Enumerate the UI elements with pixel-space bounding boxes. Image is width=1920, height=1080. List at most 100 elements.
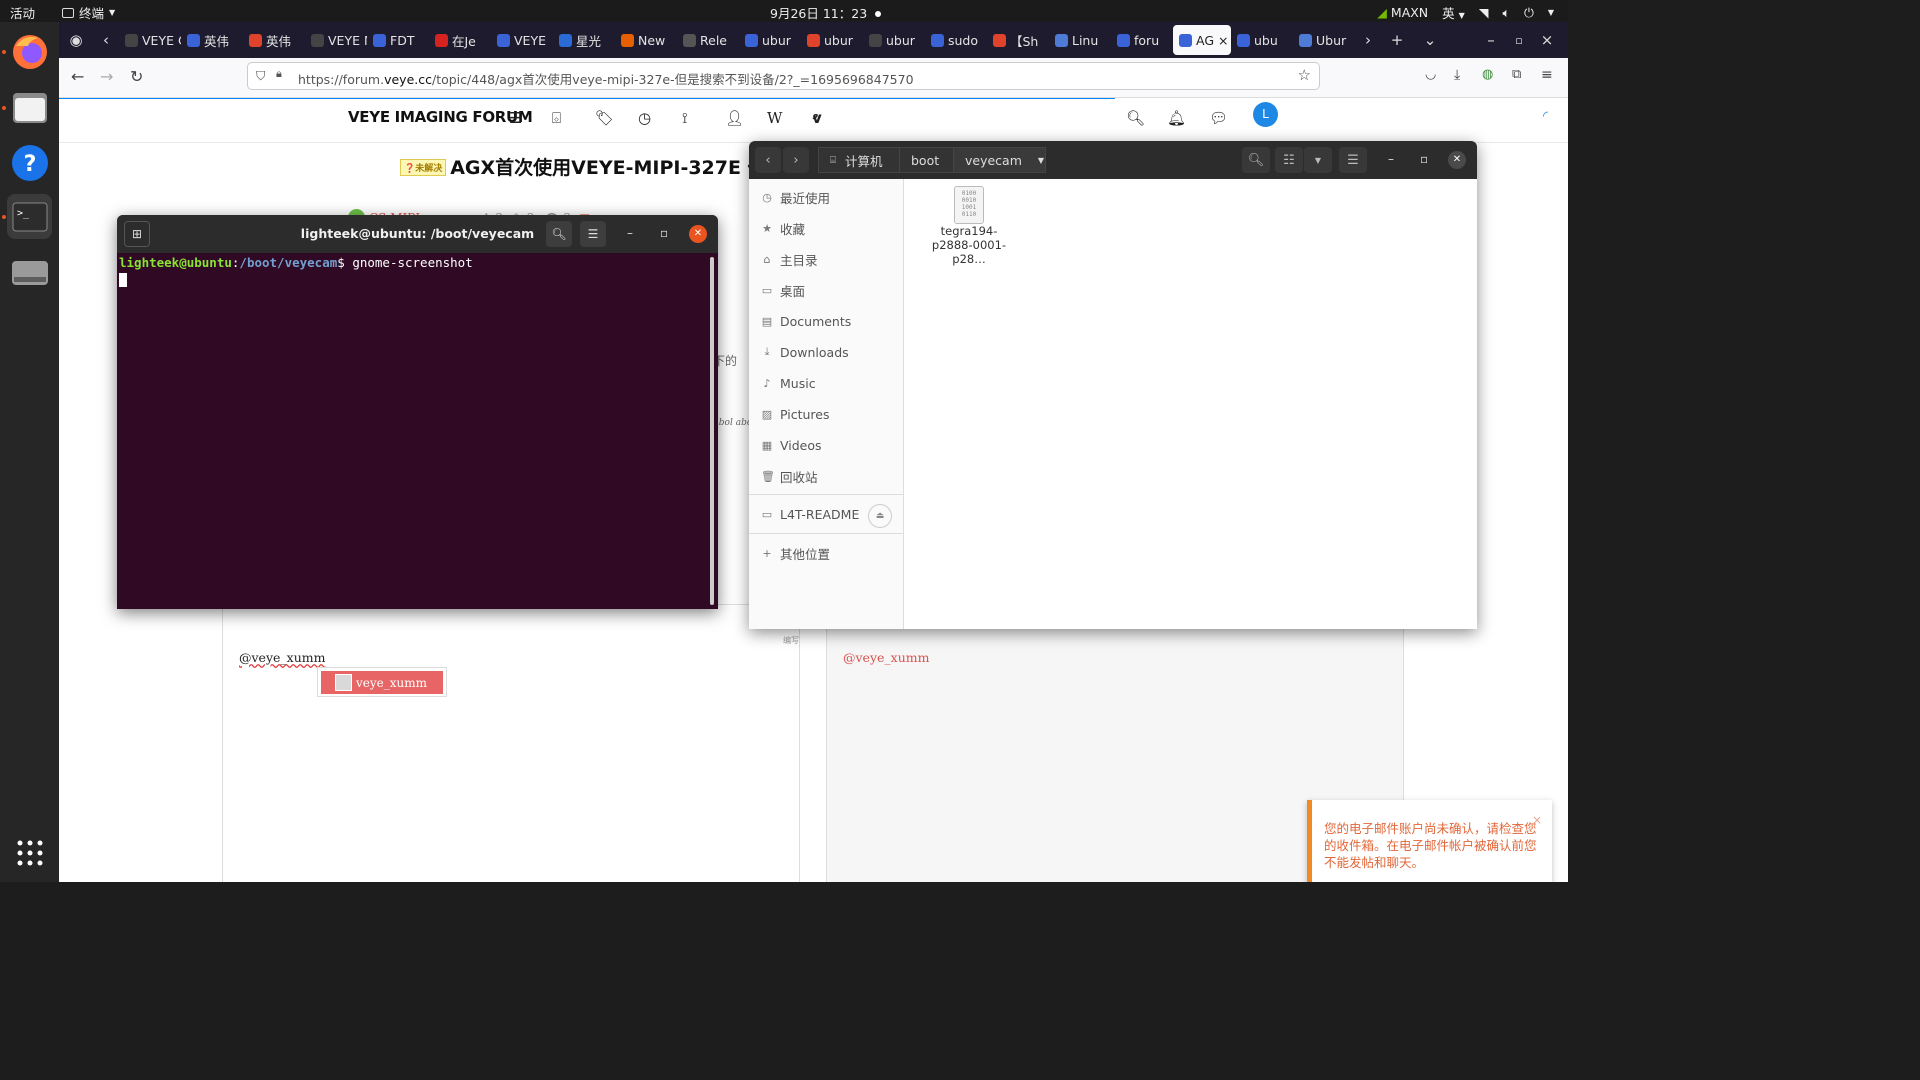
downloads-icon[interactable]: ⤓ [1454,67,1460,83]
sidebar-item-other-locations[interactable]: + 其他位置 [761,543,830,563]
wifi-icon[interactable]: ◥ [1479,5,1489,20]
sidebar-item-device[interactable]: ▭ L4T-README [761,504,860,524]
browser-tab[interactable]: ubur [801,25,863,55]
autocomplete-item[interactable]: veye_xumm [321,671,443,694]
browser-tab[interactable]: foru [1111,25,1173,55]
maximize-icon[interactable]: ▫ [660,226,668,240]
extension-icon[interactable]: ◍ [1482,67,1493,82]
chat-icon[interactable]: 💬︎ [1209,109,1228,127]
input-method[interactable]: 英 ▼ [1442,3,1465,22]
view-options-button[interactable]: ▼ [1304,147,1332,173]
power-icon[interactable]: ⏻ [1524,5,1534,21]
reply-editor[interactable]: 编写 @veye_xumm [222,604,800,882]
preview-mention[interactable]: @veye_xumm [843,650,929,665]
browser-tab[interactable]: FDT [367,25,429,55]
bookmark-star-icon[interactable]: ☆ [1298,66,1311,84]
forum-brand[interactable]: VEYE IMAGING FORUM [348,108,533,126]
browser-tab[interactable]: VEYE [491,25,553,55]
breadcrumb-veyecam[interactable]: veyecam ▼ [953,147,1046,173]
categories-icon[interactable]: ☰ [509,109,522,127]
eject-icon[interactable]: ⏏ [868,504,892,528]
pocket-icon[interactable]: ◡ [1425,67,1436,82]
tab-scroll-left-icon[interactable]: ‹ [93,31,119,49]
sidebar-item[interactable]: 🗑︎ 回收站 [761,466,818,486]
close-button[interactable]: ✕ [1448,151,1466,169]
browser-tab[interactable]: 【Sh [987,25,1049,55]
caret-down-icon[interactable]: ▼ [1548,8,1554,17]
browser-tab[interactable]: ubur [739,25,801,55]
search-button[interactable]: 🔍︎ [546,221,572,247]
users-icon[interactable]: 👤︎ [725,109,744,127]
browser-tab[interactable]: Ubur [1293,25,1355,55]
sidebar-item[interactable]: ♪ Music [761,373,815,393]
browser-tab[interactable]: VEYE M [305,25,367,55]
sidebar-item[interactable]: ◷ 最近使用 [761,187,830,207]
wiki-icon[interactable]: W [767,109,782,127]
firefox-view-icon[interactable]: ◉ [59,31,93,49]
browser-tab[interactable]: Rele [677,25,739,55]
search-icon[interactable]: 🔍︎ [1126,109,1145,127]
dock-terminal[interactable]: >_ [7,194,52,239]
browser-tab[interactable]: 英伟 [181,25,243,55]
search-button[interactable]: 🔍︎ [1242,147,1270,173]
browser-tab[interactable]: Linu [1049,25,1111,55]
files-titlebar[interactable]: ‹ › ⌸ 计算机 boot veyecam ▼ 🔍︎ ☷ ▼ ☰ – ▫ ✕ [749,141,1477,179]
breadcrumb-home[interactable]: ⌸ 计算机 [818,147,900,173]
forward-icon[interactable]: → [100,67,113,86]
tab-scroll-right-icon[interactable]: › [1355,31,1381,49]
forward-button[interactable]: › [783,147,809,173]
menu-button[interactable]: ☰ [1339,147,1367,173]
breadcrumb-boot[interactable]: boot [899,147,954,173]
file-name[interactable]: tegra194-p2888-0001-p28… [929,224,1009,266]
browser-tab[interactable]: 星光 [553,25,615,55]
minimize-icon[interactable]: – [1388,152,1394,166]
tags-icon[interactable]: 🏷︎ [595,109,614,127]
browser-tab[interactable]: sudo [925,25,987,55]
maximize-icon[interactable]: ▫ [1505,34,1533,47]
list-tabs-icon[interactable]: ⌄ [1413,31,1447,49]
dock-drive[interactable] [7,250,52,295]
notifications-bell-icon[interactable]: 🔔︎ [1167,109,1186,127]
back-icon[interactable]: ← [71,67,84,86]
popular-fire-icon[interactable]: ⟟ [682,109,688,127]
dock-firefox[interactable] [7,29,52,74]
inbox-icon[interactable]: ⌺ [552,109,561,127]
sidebar-item[interactable]: ▦ Videos [761,435,822,455]
browser-tab[interactable]: AG × [1173,25,1231,55]
activities-button[interactable]: 活动 [10,3,35,22]
dock-files[interactable] [7,85,52,130]
browser-tab[interactable]: ubur [863,25,925,55]
menu-icon[interactable]: ≡ [1541,67,1553,83]
browser-tab[interactable]: New [615,25,677,55]
recent-clock-icon[interactable]: ◷ [638,109,651,127]
nvidia-power-mode[interactable]: ◢ MAXN [1377,5,1428,20]
binary-file-icon[interactable]: 0100 0010 1001 0110 [954,186,984,224]
sidebar-item[interactable]: ⌂ 主目录 [761,249,818,269]
sidebar-item[interactable]: ⤓ Downloads [761,342,849,362]
view-list-button[interactable]: ☷ [1275,147,1303,173]
sidebar-item[interactable]: ▭ 桌面 [761,280,805,300]
dock-help[interactable]: ? [7,140,52,185]
browser-tab[interactable]: 英伟 [243,25,305,55]
volume-icon[interactable]: 🔈︎ [1502,5,1510,21]
user-avatar[interactable]: L [1253,102,1278,127]
extensions-puzzle-icon[interactable]: ⧉ [1512,67,1521,82]
menu-button[interactable]: ☰ [580,221,606,247]
close-tab-icon[interactable]: × [1218,33,1228,48]
minimize-icon[interactable]: – [627,226,633,240]
sidebar-item[interactable]: ★ 收藏 [761,218,805,238]
new-tab-icon[interactable]: + [1381,31,1413,49]
close-button[interactable]: ✕ [689,225,707,243]
sidebar-item[interactable]: ▤ Documents [761,311,851,331]
reload-icon[interactable]: ↻ [130,67,143,86]
veye-logo-icon[interactable]: ⱴ [812,109,822,127]
terminal-titlebar[interactable]: ⊞ lighteek@ubuntu: /boot/veyecam 🔍︎ ☰ – … [117,215,718,253]
browser-tab[interactable]: ubu [1231,25,1293,55]
close-icon[interactable]: × [1533,31,1561,49]
close-icon[interactable]: × [1532,812,1542,829]
scrollbar[interactable] [710,257,714,605]
browser-tab[interactable]: 在Je [429,25,491,55]
sidebar-item[interactable]: ▨ Pictures [761,404,830,424]
back-button[interactable]: ‹ [755,147,781,173]
clock[interactable]: 9月26日 11：23 [770,3,882,22]
